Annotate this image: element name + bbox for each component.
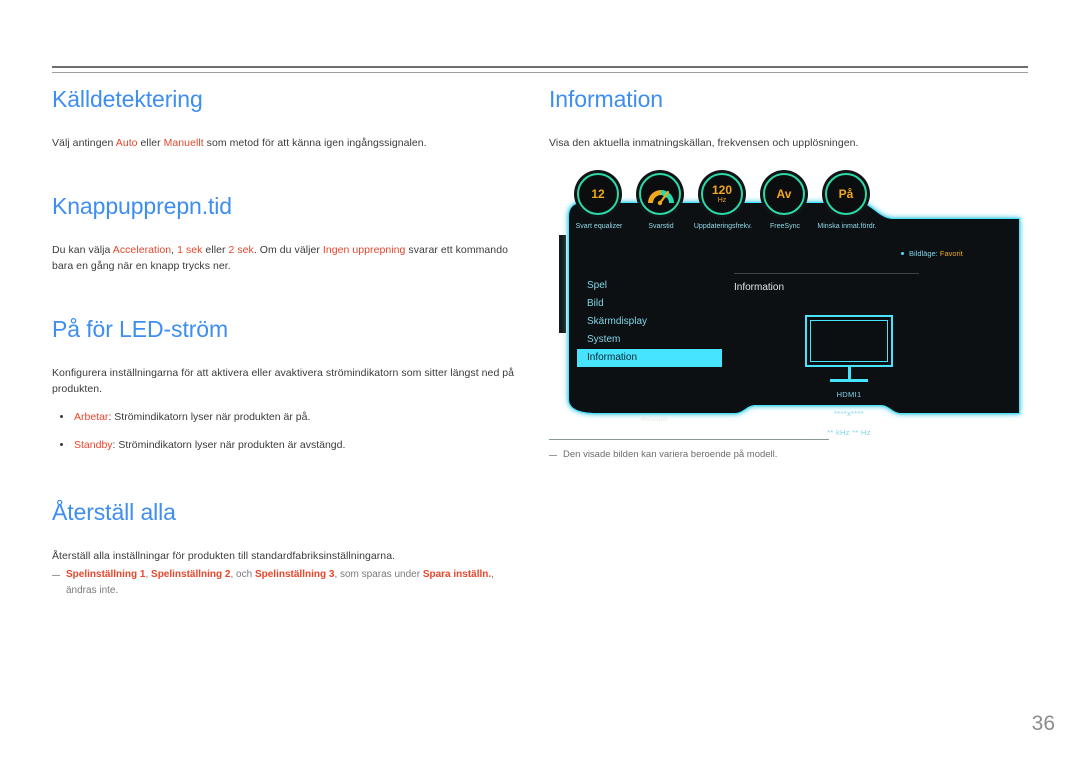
osd-content: 12 Svart equalizer Svarstid 120 Hz Uppda… — [549, 173, 1028, 437]
section-body: Konfigurera inställningarna för att akti… — [52, 367, 515, 395]
monitor-screen-icon — [805, 315, 893, 367]
graphic-note: Den visade bilden kan variera beroende p… — [549, 448, 1028, 462]
section-body: Du kan välja Acceleration, 1 sek eller 2… — [52, 244, 508, 272]
detail-divider — [734, 273, 919, 274]
bullet-dot-icon — [901, 252, 904, 256]
gauge-freesync[interactable]: Av FreeSync — [763, 173, 807, 231]
gauge-value: På — [838, 187, 854, 201]
section-heading: På för LED-ström — [52, 316, 229, 342]
page-number: 36 — [1031, 712, 1055, 735]
led-bullet-list: Arbetar: Strömindikatorn lyser när produ… — [52, 409, 522, 453]
menu-item-skarmdisplay[interactable]: Skärmdisplay — [577, 313, 732, 331]
monitor-illustration: HDMI1 ****x**** ** kHz ** Hz — [799, 315, 899, 439]
gauge-uppdateringsfrekvens[interactable]: 120 Hz Uppdateringsfrekv. — [694, 173, 752, 231]
section-knappupprepn-tid: Knappupprepn.tid Du kan välja Accelerati… — [52, 193, 522, 274]
osd-graphic: 12 Svart equalizer Svarstid 120 Hz Uppda… — [549, 173, 1028, 437]
right-column: Information Visa den aktuella inmatnings… — [549, 86, 1028, 462]
badge-key: Bildläge: — [909, 249, 938, 258]
gauge-ring-icon: 12 — [577, 173, 619, 215]
menu-item-spel[interactable]: Spel — [577, 277, 732, 295]
gauge-svarstid[interactable]: Svarstid — [639, 173, 683, 231]
section-body: Visa den aktuella inmatningskällan, frek… — [549, 137, 859, 149]
badge-value: Favorit — [939, 249, 963, 258]
section-kalldetektering: Källdetektering Välj antingen Auto eller… — [52, 86, 522, 151]
section-heading: Information — [549, 86, 663, 112]
monitor-frequency: ** kHz ** Hz — [827, 428, 871, 437]
gauge-ring-icon: Av — [763, 173, 805, 215]
section-aterstall-alla: Återställ alla Återställ alla inställnin… — [52, 499, 522, 599]
document-page: Källdetektering Välj antingen Auto eller… — [0, 0, 1080, 763]
monitor-stand-base — [830, 379, 868, 382]
dial-gauge-icon — [639, 173, 681, 215]
gauge-label: Minska inmat.fördr. — [817, 223, 877, 230]
dial-icon — [648, 190, 674, 206]
gauge-label: Svart equalizer — [575, 223, 623, 230]
osd-menu: Spel Bild Skärmdisplay System Informatio… — [577, 277, 732, 367]
gauge-minska-inmatningsfordrojning[interactable]: På Minska inmat.fördr. — [817, 173, 877, 231]
picture-mode-badge: Bildläge: Favorit — [901, 249, 963, 258]
gauge-value: 12 — [591, 187, 605, 201]
gauge-label: Svarstid — [648, 223, 674, 230]
section-pa-for-led-strom: På för LED-ström Konfigurera inställning… — [52, 316, 522, 453]
list-item: Standby: Strömindikatorn lyser när produ… — [52, 437, 522, 453]
list-item: Arbetar: Strömindikatorn lyser när produ… — [52, 409, 522, 425]
section-body: Välj antingen Auto eller Manuellt som me… — [52, 137, 427, 149]
header-rule — [52, 66, 1028, 73]
graphic-note-rule — [549, 439, 829, 440]
monitor-stand-neck — [847, 367, 851, 379]
section-heading: Knappupprepn.tid — [52, 193, 232, 219]
gauge-value: 120 — [711, 182, 733, 197]
monitor-screen-inner — [810, 320, 888, 362]
detail-title: Information — [734, 282, 785, 293]
gauge-ring-icon: På — [825, 173, 867, 215]
section-body: Återställ alla inställningar för produkt… — [52, 550, 396, 562]
section-note: Spelinställning 1, Spelinställning 2, oc… — [52, 567, 522, 599]
section-heading: Återställ alla — [52, 499, 176, 525]
menu-item-bild[interactable]: Bild — [577, 295, 732, 313]
section-heading: Källdetektering — [52, 86, 203, 112]
gauge-value: Av — [776, 187, 792, 201]
gauge-svart-equalizer[interactable]: 12 Svart equalizer — [576, 173, 622, 231]
gauge-unit: Hz — [717, 196, 727, 204]
menu-item-information[interactable]: Information — [577, 349, 722, 367]
monitor-resolution: ****x**** — [834, 409, 864, 418]
monitor-source: HDMI1 — [836, 390, 862, 399]
menu-item-system[interactable]: System — [577, 331, 732, 349]
gauge-label: Uppdateringsfrekv. — [693, 223, 753, 230]
osd-gauge-row: 12 Svart equalizer Svarstid 120 Hz Uppda… — [576, 173, 877, 233]
gauge-ring-icon: 120 Hz — [701, 173, 743, 215]
gauge-label: FreeSync — [770, 223, 800, 230]
osd-exit-label[interactable]: Avsluta — [641, 414, 667, 423]
osd-detail-pane: Information — [734, 273, 964, 293]
left-column: Källdetektering Välj antingen Auto eller… — [52, 86, 522, 599]
